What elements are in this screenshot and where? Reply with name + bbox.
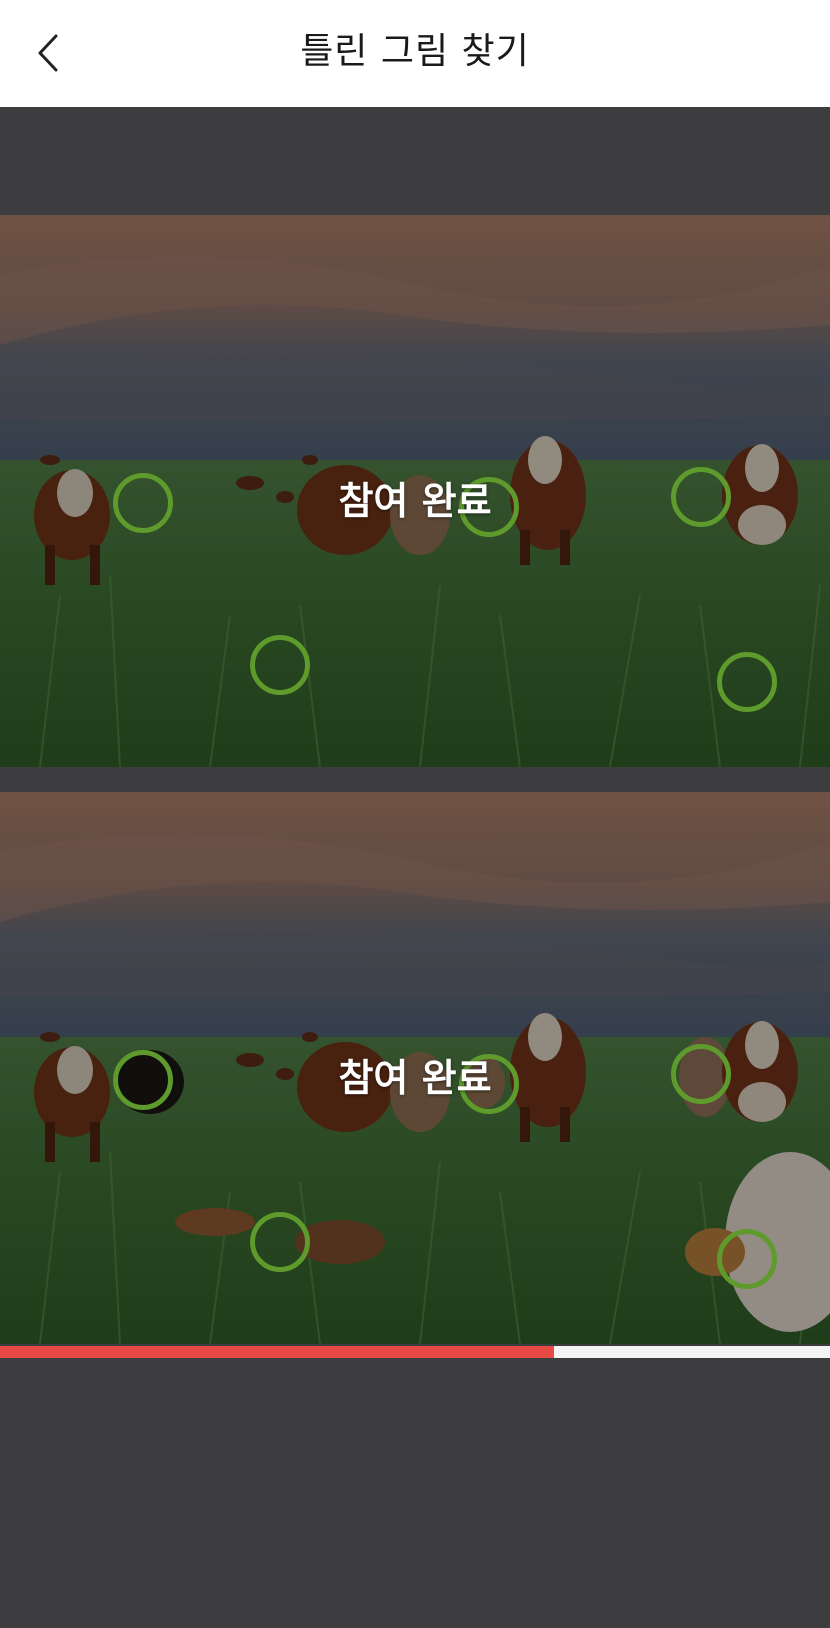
participation-complete-label: 참여 완료 (338, 479, 492, 523)
image-divider (0, 768, 830, 792)
found-marker (250, 635, 310, 695)
page-title: 틀린 그림 찾기 (300, 31, 530, 72)
progress-bar (0, 1346, 830, 1358)
found-marker (717, 1229, 777, 1289)
modified-image[interactable]: 참여 완료 (0, 792, 830, 1344)
top-spacer (0, 107, 830, 215)
found-marker (717, 652, 777, 712)
app-header: 틀린 그림 찾기 (0, 0, 830, 107)
progress-fill (0, 1346, 554, 1358)
original-image[interactable]: 참여 완료 (0, 215, 830, 767)
participation-complete-label: 참여 완료 (338, 1056, 492, 1100)
found-marker (250, 1212, 310, 1272)
